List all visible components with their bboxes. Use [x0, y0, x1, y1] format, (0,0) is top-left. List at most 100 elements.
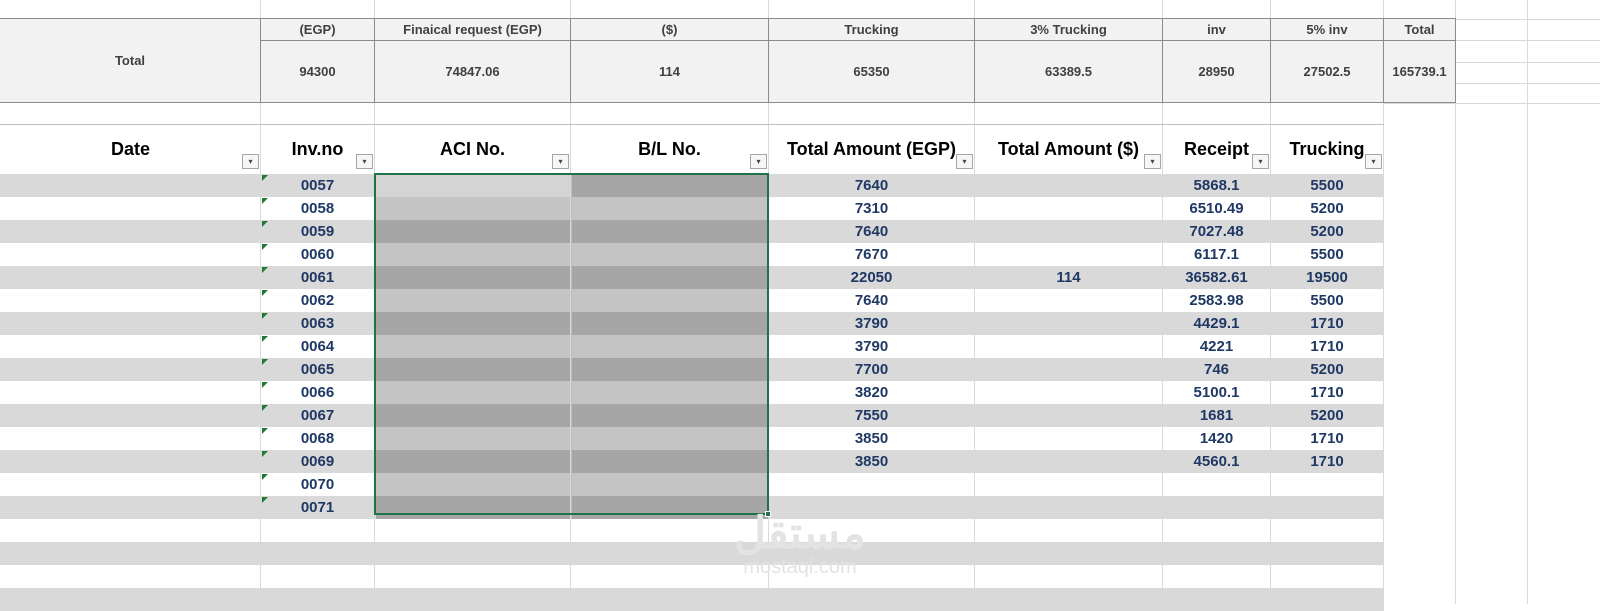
receipt-cell[interactable]: 4560.1	[1162, 450, 1271, 473]
inv-no-cell[interactable]: 0058	[260, 197, 375, 220]
total-egp-cell[interactable]	[768, 473, 975, 496]
total-usd-cell[interactable]	[974, 496, 1163, 519]
trucking-cell[interactable]	[1270, 473, 1384, 496]
summary-value-usd[interactable]: 114	[570, 40, 769, 103]
total-egp-cell[interactable]: 7640	[768, 289, 975, 312]
total-egp-cell[interactable]: 3790	[768, 335, 975, 358]
summary-value-inv[interactable]: 28950	[1162, 40, 1271, 103]
error-indicator-icon[interactable]	[262, 221, 268, 227]
summary-value-trucking[interactable]: 65350	[768, 40, 975, 103]
trucking-cell[interactable]: 1710	[1270, 335, 1384, 358]
total-egp-cell[interactable]: 7310	[768, 197, 975, 220]
total-usd-cell[interactable]	[974, 358, 1163, 381]
inv-no-cell[interactable]: 0060	[260, 243, 375, 266]
trucking-cell[interactable]: 5200	[1270, 358, 1384, 381]
error-indicator-icon[interactable]	[262, 474, 268, 480]
inv-no-cell[interactable]: 0057	[260, 174, 375, 197]
trucking-cell[interactable]: 1710	[1270, 381, 1384, 404]
total-usd-cell[interactable]	[974, 312, 1163, 335]
trucking-cell[interactable]: 5200	[1270, 220, 1384, 243]
receipt-cell[interactable]: 746	[1162, 358, 1271, 381]
filter-dropdown-trucking[interactable]: ▾	[1365, 154, 1382, 169]
error-indicator-icon[interactable]	[262, 336, 268, 342]
filter-dropdown-bl-no[interactable]: ▾	[750, 154, 767, 169]
inv-no-cell[interactable]: 0066	[260, 381, 375, 404]
error-indicator-icon[interactable]	[262, 497, 268, 503]
total-usd-cell[interactable]: 114	[974, 266, 1163, 289]
trucking-cell[interactable]	[1270, 496, 1384, 519]
total-usd-cell[interactable]	[974, 404, 1163, 427]
error-indicator-icon[interactable]	[262, 290, 268, 296]
receipt-cell[interactable]: 36582.61	[1162, 266, 1271, 289]
filter-dropdown-receipt[interactable]: ▾	[1252, 154, 1269, 169]
inv-no-cell[interactable]: 0071	[260, 496, 375, 519]
error-indicator-icon[interactable]	[262, 451, 268, 457]
total-egp-cell[interactable]: 7550	[768, 404, 975, 427]
error-indicator-icon[interactable]	[262, 405, 268, 411]
total-usd-cell[interactable]	[974, 427, 1163, 450]
receipt-cell[interactable]: 5868.1	[1162, 174, 1271, 197]
summary-value-egp[interactable]: 94300	[260, 40, 375, 103]
summary-header-total[interactable]: Total	[1383, 18, 1456, 41]
total-egp-cell[interactable]	[768, 496, 975, 519]
summary-total-label[interactable]: Total	[0, 18, 261, 103]
trucking-cell[interactable]: 5500	[1270, 289, 1384, 312]
summary-header-egp[interactable]: (EGP)	[260, 18, 375, 41]
total-usd-cell[interactable]	[974, 473, 1163, 496]
receipt-cell[interactable]: 6510.49	[1162, 197, 1271, 220]
error-indicator-icon[interactable]	[262, 198, 268, 204]
summary-header-trucking[interactable]: Trucking	[768, 18, 975, 41]
receipt-cell[interactable]	[1162, 496, 1271, 519]
total-usd-cell[interactable]	[974, 197, 1163, 220]
inv-no-cell[interactable]: 0067	[260, 404, 375, 427]
error-indicator-icon[interactable]	[262, 244, 268, 250]
filter-dropdown-inv-no[interactable]: ▾	[356, 154, 373, 169]
header-date[interactable]: Date	[0, 125, 261, 174]
total-usd-cell[interactable]	[974, 174, 1163, 197]
total-egp-cell[interactable]: 7640	[768, 174, 975, 197]
total-usd-cell[interactable]	[974, 220, 1163, 243]
inv-no-cell[interactable]: 0061	[260, 266, 375, 289]
trucking-cell[interactable]: 5200	[1270, 197, 1384, 220]
receipt-cell[interactable]: 5100.1	[1162, 381, 1271, 404]
trucking-cell[interactable]: 1710	[1270, 450, 1384, 473]
header-aci-no[interactable]: ACI No.	[374, 125, 571, 174]
trucking-cell[interactable]: 1710	[1270, 427, 1384, 450]
error-indicator-icon[interactable]	[262, 428, 268, 434]
total-egp-cell[interactable]: 22050	[768, 266, 975, 289]
error-indicator-icon[interactable]	[262, 382, 268, 388]
trucking-cell[interactable]: 1710	[1270, 312, 1384, 335]
total-egp-cell[interactable]: 7670	[768, 243, 975, 266]
error-indicator-icon[interactable]	[262, 313, 268, 319]
total-egp-cell[interactable]: 3850	[768, 450, 975, 473]
receipt-cell[interactable]: 4221	[1162, 335, 1271, 358]
filter-dropdown-date[interactable]: ▾	[242, 154, 259, 169]
summary-value-finaical-request-egp[interactable]: 74847.06	[374, 40, 571, 103]
inv-no-cell[interactable]: 0070	[260, 473, 375, 496]
receipt-cell[interactable]	[1162, 473, 1271, 496]
summary-header-finaical-request-egp[interactable]: Finaical request (EGP)	[374, 18, 571, 41]
receipt-cell[interactable]: 1681	[1162, 404, 1271, 427]
header-total-egp[interactable]: Total Amount (EGP)	[768, 125, 975, 174]
summary-value-trucking-3pct[interactable]: 63389.5	[974, 40, 1163, 103]
error-indicator-icon[interactable]	[262, 175, 268, 181]
receipt-cell[interactable]: 4429.1	[1162, 312, 1271, 335]
trucking-cell[interactable]: 5500	[1270, 243, 1384, 266]
total-egp-cell[interactable]: 7640	[768, 220, 975, 243]
total-usd-cell[interactable]	[974, 243, 1163, 266]
error-indicator-icon[interactable]	[262, 359, 268, 365]
inv-no-cell[interactable]: 0065	[260, 358, 375, 381]
total-usd-cell[interactable]	[974, 450, 1163, 473]
total-egp-cell[interactable]: 7700	[768, 358, 975, 381]
total-usd-cell[interactable]	[974, 381, 1163, 404]
header-total-usd[interactable]: Total Amount ($)	[974, 125, 1163, 174]
trucking-cell[interactable]: 5500	[1270, 174, 1384, 197]
filter-dropdown-aci-no[interactable]: ▾	[552, 154, 569, 169]
total-egp-cell[interactable]: 3790	[768, 312, 975, 335]
header-bl-no[interactable]: B/L No.	[570, 125, 769, 174]
receipt-cell[interactable]: 6117.1	[1162, 243, 1271, 266]
inv-no-cell[interactable]: 0062	[260, 289, 375, 312]
inv-no-cell[interactable]: 0063	[260, 312, 375, 335]
summary-header-trucking-3pct[interactable]: 3% Trucking	[974, 18, 1163, 41]
filter-dropdown-total-egp[interactable]: ▾	[956, 154, 973, 169]
